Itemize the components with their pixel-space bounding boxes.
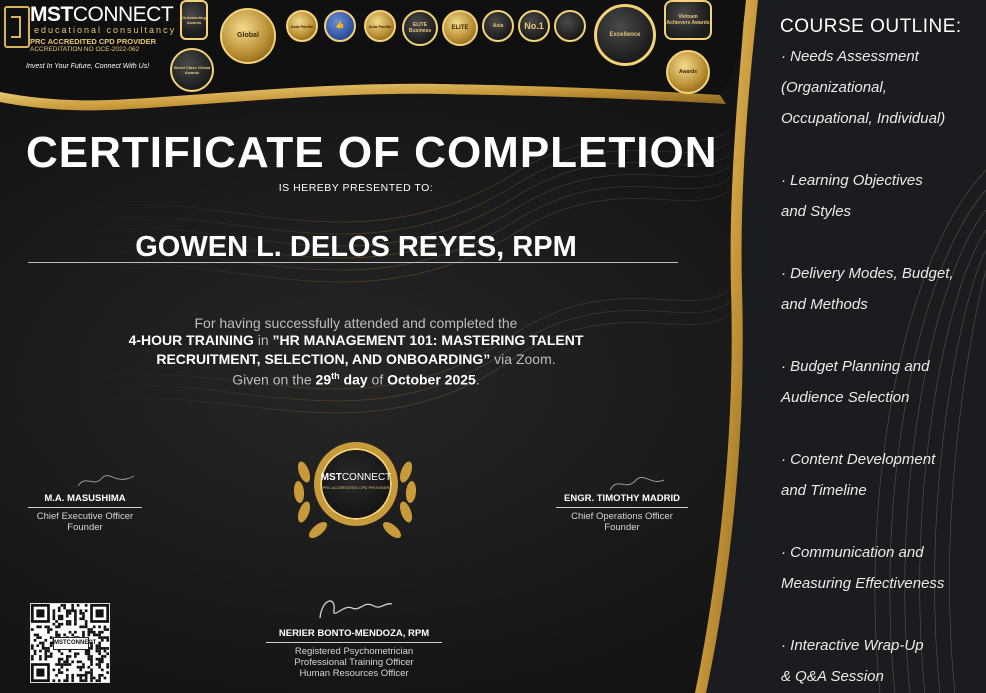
company-seal: MSTCONNECT PRC ACCREDITED CPD PROVIDER: [290, 432, 420, 544]
day-suffix: th: [331, 371, 340, 381]
outline-item-line: · Learning Objectives: [781, 172, 923, 189]
completion-statement: For having successfully attended and com…: [194, 315, 518, 331]
tagline: Invest In Your Future, Connect With Us!: [26, 63, 150, 70]
signatory-name: NERIER BONTO-MENDOZA, RPM: [278, 628, 430, 639]
signature-mark: [319, 600, 393, 619]
thumbs-up-seal-icon: 👍: [324, 10, 356, 42]
wreath-seal-icon: [554, 10, 586, 42]
logo-icon: [4, 6, 30, 48]
signatory-name: ENGR. TIMOTHY MADRID: [564, 493, 680, 504]
outline-item: · Communication and Measuring Effectiven…: [781, 537, 981, 599]
outline-item-line: Occupational, Individual): [781, 110, 946, 127]
gold-seal-icon: Asia Pacific: [286, 10, 318, 42]
signatory-bottom: NERIER BONTO-MENDOZA, RPM Registered Psy…: [266, 596, 442, 679]
signatory-left: M.A. MASUSHIMA Chief Executive Officer F…: [28, 475, 142, 533]
outline-item-line: and Timeline: [781, 482, 867, 499]
training-date: October 2025: [387, 371, 476, 388]
signatory-role: Professional Training Officer: [294, 657, 414, 668]
trophy-award-icon: Outstanding Awards: [180, 0, 208, 40]
no1-seal-icon: No.1: [518, 10, 550, 42]
gold-seal-icon: Excellence: [594, 4, 656, 66]
certificate-page: MSTCONNECT educational consultancy PRC A…: [0, 0, 986, 693]
training-title-part2: RECRUITMENT, SELECTION, AND ONBOARDING”: [156, 351, 491, 367]
signature-line: [266, 642, 442, 643]
recipient-underline: [28, 262, 678, 263]
signatory-role: Founder: [67, 522, 103, 533]
outline-item-line: · Needs Assessment: [781, 48, 919, 65]
outline-item-line: · Interactive Wrap-Up: [781, 637, 924, 654]
outline-item: · Interactive Wrap-Up & Q&A Session: [781, 630, 981, 692]
outline-item-line: (Organizational,: [781, 79, 887, 96]
seal-subtext: PRC ACCREDITED CPD PROVIDER: [322, 485, 390, 490]
signature-line: [28, 507, 142, 508]
outline-item-line: and Styles: [781, 203, 852, 220]
laurel-award-icon: Vietnam Achievers Awards: [664, 0, 712, 40]
elite-seal-icon: ELITE Business: [402, 10, 438, 46]
accreditation-title: PRC ACCREDITED CPD PROVIDER: [30, 37, 156, 46]
gold-seal-icon: Global: [220, 8, 276, 64]
outline-item-line: and Methods: [781, 296, 868, 313]
outline-item-line: · Delivery Modes, Budget,: [781, 265, 954, 282]
signatory-role: Chief Operations Officer: [571, 511, 673, 522]
seal-brand-bold: MST: [320, 472, 342, 483]
given-prefix: Given on the: [232, 371, 316, 388]
elite-seal-icon: ELITE: [442, 10, 478, 46]
signatory-name: M.A. MASUSHIMA: [44, 493, 126, 504]
outline-item: · Delivery Modes, Budget, and Methods: [781, 258, 981, 320]
signatory-role: Registered Psychometrician: [294, 646, 414, 657]
outline-item-line: · Budget Planning and: [781, 358, 930, 375]
qr-code[interactable]: MSTCONNECT: [30, 603, 110, 683]
signature-mark: [77, 475, 135, 487]
outline-item-line: · Communication and: [781, 544, 924, 561]
signature-line: [556, 507, 688, 508]
day-word: day: [339, 371, 368, 388]
qr-center-label: MSTCONNECT: [53, 637, 96, 650]
outline-item: · Needs Assessment (Organizational, Occu…: [781, 41, 981, 134]
outline-item-line: Audience Selection: [781, 389, 910, 406]
globe-seal-icon: World Class Global Awards: [170, 48, 214, 92]
seal-brand-light: CONNECT: [341, 472, 392, 483]
seal-disc: [314, 442, 398, 526]
day-number: 29: [315, 371, 332, 388]
outline-item: · Budget Planning and Audience Selection: [781, 351, 981, 413]
star-seal-icon: Asia Pacific: [364, 10, 396, 42]
recipient-name: GOWEN L. DELOS REYES, RPM: [135, 231, 577, 263]
logo-brand: MSTCONNECT: [30, 3, 174, 27]
in-word: in: [253, 332, 273, 348]
training-line-1: 4-HOUR TRAINING in ”HR MANAGEMENT 101: M…: [26, 332, 686, 348]
certificate-title: CERTIFICATE OF COMPLETION: [26, 128, 718, 177]
accreditation-number: ACCREDITATION NO OCE-2022-062: [30, 46, 140, 53]
logo-subtitle: educational consultancy: [34, 25, 177, 35]
presented-line: IS HEREBY PRESENTED TO:: [278, 182, 434, 194]
outline-item-line: & Q&A Session: [781, 668, 884, 685]
given-date-line: Given on the 29th day of October 2025.: [26, 371, 686, 388]
training-line-2: RECRUITMENT, SELECTION, AND ONBOARDING” …: [26, 351, 686, 367]
outline-item-line: · Content Development: [781, 451, 936, 468]
training-title-part1: ”HR MANAGEMENT 101: MASTERING TALENT: [272, 332, 584, 348]
signatory-role: Human Resources Officer: [299, 668, 409, 679]
outline-item: · Learning Objectives and Styles: [781, 165, 981, 227]
logo-brand-bold: MST: [30, 3, 73, 26]
signatory-role: Chief Executive Officer: [36, 511, 134, 522]
outline-item: · Content Development and Timeline: [781, 444, 981, 506]
training-duration: 4-HOUR TRAINING: [128, 332, 254, 348]
signatory-right: ENGR. TIMOTHY MADRID Chief Operations Of…: [556, 476, 688, 533]
period: .: [475, 371, 480, 388]
logo-brand-light: CONNECT: [72, 3, 174, 26]
signature-mark: [609, 476, 665, 491]
of-word: of: [367, 371, 388, 388]
course-outline-title: COURSE OUTLINE:: [780, 16, 962, 37]
signatory-role: Founder: [604, 522, 640, 533]
seal-brand: MSTCONNECT: [320, 472, 392, 483]
gold-seal-icon: Asia: [482, 10, 514, 42]
via-zoom: via Zoom.: [490, 351, 556, 367]
laurel-award-icon: Awards: [666, 50, 710, 94]
outline-item-line: Measuring Effectiveness: [781, 575, 945, 592]
